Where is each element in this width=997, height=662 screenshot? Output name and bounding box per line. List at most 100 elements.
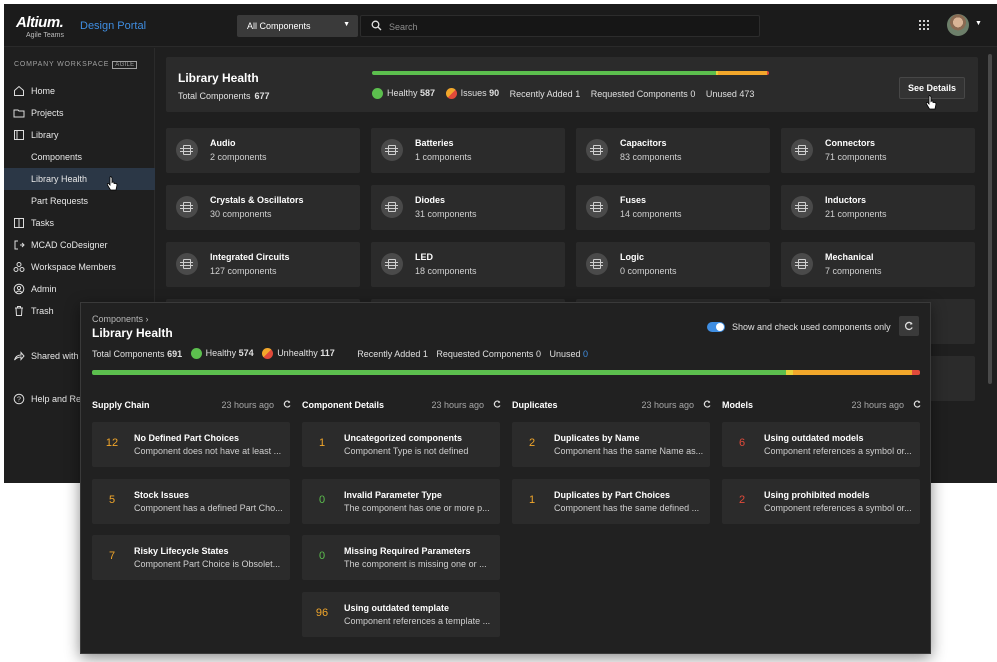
column-timestamp: 23 hours ago bbox=[221, 400, 274, 410]
issue-title: Invalid Parameter Type bbox=[344, 490, 442, 500]
category-name: LED bbox=[415, 252, 433, 262]
unhealthy-dot-icon bbox=[262, 348, 274, 360]
category-card-crystals-oscillators[interactable]: Crystals & Oscillators 30 components bbox=[166, 185, 360, 230]
chip-icon bbox=[586, 253, 608, 275]
category-card-batteries[interactable]: Batteries 1 components bbox=[371, 128, 565, 173]
caret-down-icon: ▼ bbox=[343, 21, 350, 28]
folder-icon bbox=[13, 107, 25, 119]
issue-card[interactable]: 1 Duplicates by Part Choices Component has… bbox=[512, 479, 710, 524]
main-scrollbar[interactable] bbox=[988, 54, 992, 384]
stat-healthy: Healthy 587 bbox=[372, 88, 435, 100]
sidebar-item-part-requests[interactable]: Part Requests bbox=[4, 190, 155, 212]
breadcrumb-components[interactable]: Components bbox=[92, 314, 143, 324]
stat-label: Recently Added bbox=[357, 348, 421, 359]
stat-value[interactable]: 0 bbox=[583, 349, 588, 359]
sidebar-item-library-health[interactable]: Library Health bbox=[4, 168, 155, 190]
chip-icon bbox=[791, 196, 813, 218]
issue-card[interactable]: 2 Using prohibited models Component refere… bbox=[722, 479, 920, 524]
refresh-button[interactable] bbox=[899, 316, 919, 336]
total-components: Total Components 677 bbox=[178, 91, 270, 101]
issue-count: 1 bbox=[318, 437, 326, 449]
category-count: 31 components bbox=[415, 209, 477, 219]
sidebar-item-library[interactable]: Library bbox=[4, 124, 155, 146]
category-card-capacitors[interactable]: Capacitors 83 components bbox=[576, 128, 770, 173]
sidebar-item-label: Trash bbox=[31, 306, 54, 316]
used-components-toggle-label: Show and check used components only bbox=[732, 322, 891, 332]
issue-description: Component Part Choice is Obsolet... bbox=[134, 559, 281, 569]
issue-card[interactable]: 6 Using outdated models Component referenc… bbox=[722, 422, 920, 467]
breadcrumb-separator: › bbox=[145, 314, 149, 324]
refresh-icon[interactable] bbox=[492, 399, 502, 409]
used-components-toggle[interactable] bbox=[707, 322, 725, 332]
category-card-fuses[interactable]: Fuses 14 components bbox=[576, 185, 770, 230]
category-card-integrated-circuits[interactable]: Integrated Circuits 127 components bbox=[166, 242, 360, 287]
category-name: Logic bbox=[620, 252, 644, 262]
altium-logo[interactable]: Altium. Agile Teams bbox=[16, 14, 64, 39]
issue-card[interactable]: 0 Invalid Parameter Type The component has… bbox=[302, 479, 500, 524]
category-count: 83 components bbox=[620, 152, 682, 162]
category-card-led[interactable]: LED 18 components bbox=[371, 242, 565, 287]
issue-card[interactable]: 12 No Defined Part Choices Component does … bbox=[92, 422, 290, 467]
issue-title: Using outdated template bbox=[344, 603, 450, 613]
user-avatar[interactable] bbox=[947, 14, 969, 36]
sidebar-item-home[interactable]: Home bbox=[4, 80, 155, 102]
chip-icon bbox=[381, 196, 403, 218]
category-card-mechanical[interactable]: Mechanical 7 components bbox=[781, 242, 975, 287]
sidebar-item-mcad-codesigner[interactable]: MCAD CoDesigner bbox=[4, 234, 155, 256]
stat-value: 473 bbox=[739, 88, 755, 99]
stat-requested: Requested Components 0 bbox=[436, 349, 541, 359]
sidebar-item-admin[interactable]: Admin bbox=[4, 278, 155, 300]
column-title: Models bbox=[722, 400, 754, 410]
portal-title[interactable]: Design Portal bbox=[80, 20, 146, 32]
user-menu-caret-icon[interactable]: ▼ bbox=[975, 20, 982, 27]
sidebar-item-workspace-members[interactable]: Workspace Members bbox=[4, 256, 155, 278]
healthy-dot-icon bbox=[190, 348, 202, 360]
category-card-audio[interactable]: Audio 2 components bbox=[166, 128, 360, 173]
stat-value: 574 bbox=[238, 348, 254, 359]
issue-card[interactable]: 1 Uncategorized components Component Type … bbox=[302, 422, 500, 467]
category-card-diodes[interactable]: Diodes 31 components bbox=[371, 185, 565, 230]
issue-title: Using prohibited models bbox=[764, 490, 870, 500]
sidebar-item-tasks[interactable]: Tasks bbox=[4, 212, 155, 234]
stat-label: Recently Added bbox=[509, 88, 573, 99]
category-card-logic[interactable]: Logic 0 components bbox=[576, 242, 770, 287]
component-scope-select[interactable]: All Components ▼ bbox=[237, 15, 358, 37]
refresh-icon[interactable] bbox=[282, 399, 292, 409]
issue-card[interactable]: 0 Missing Required Parameters The componen… bbox=[302, 535, 500, 580]
chip-icon bbox=[791, 253, 813, 275]
category-card-inductors[interactable]: Inductors 21 components bbox=[781, 185, 975, 230]
admin-icon bbox=[13, 283, 25, 295]
stat-value: 691 bbox=[167, 348, 183, 359]
category-card-connectors[interactable]: Connectors 71 components bbox=[781, 128, 975, 173]
issue-title: Uncategorized components bbox=[344, 433, 463, 443]
healthy-dot-icon bbox=[372, 88, 383, 100]
issue-card[interactable]: 96 Using outdated template Component refer… bbox=[302, 592, 500, 637]
refresh-icon[interactable] bbox=[702, 399, 712, 409]
top-bar: Altium. Agile Teams Design Portal All Co… bbox=[4, 4, 997, 47]
apps-grid-icon[interactable] bbox=[919, 20, 931, 32]
issues-dot-icon bbox=[445, 88, 457, 100]
issue-description: Component does not have at least ... bbox=[134, 446, 282, 456]
issue-count: 0 bbox=[318, 550, 326, 562]
stat-value: 0 bbox=[690, 88, 696, 99]
issue-card[interactable]: 5 Stock Issues Component has a defined Par… bbox=[92, 479, 290, 524]
search-input[interactable]: Search bbox=[360, 15, 760, 37]
category-name: Integrated Circuits bbox=[210, 252, 290, 262]
issue-card[interactable]: 7 Risky Lifecycle States Component Part Ch… bbox=[92, 535, 290, 580]
refresh-icon[interactable] bbox=[912, 399, 922, 409]
sidebar-item-components[interactable]: Components bbox=[4, 146, 155, 168]
issue-title: Using outdated models bbox=[764, 433, 864, 443]
issue-card[interactable]: 2 Duplicates by Name Component has the sam… bbox=[512, 422, 710, 467]
members-icon bbox=[13, 261, 25, 273]
category-count: 127 components bbox=[210, 266, 277, 276]
stat-recently-added: Recently Added 1 bbox=[357, 349, 428, 359]
category-name: Diodes bbox=[415, 195, 446, 205]
stat-issues: Issues 90 bbox=[445, 88, 499, 100]
share-icon bbox=[13, 350, 25, 362]
issue-title: Missing Required Parameters bbox=[344, 546, 471, 556]
category-count: 14 components bbox=[620, 209, 682, 219]
category-name: Fuses bbox=[620, 195, 647, 205]
bar-segment-issues bbox=[793, 370, 912, 375]
sidebar-item-projects[interactable]: Projects bbox=[4, 102, 155, 124]
sidebar-item-label: Admin bbox=[31, 284, 57, 294]
